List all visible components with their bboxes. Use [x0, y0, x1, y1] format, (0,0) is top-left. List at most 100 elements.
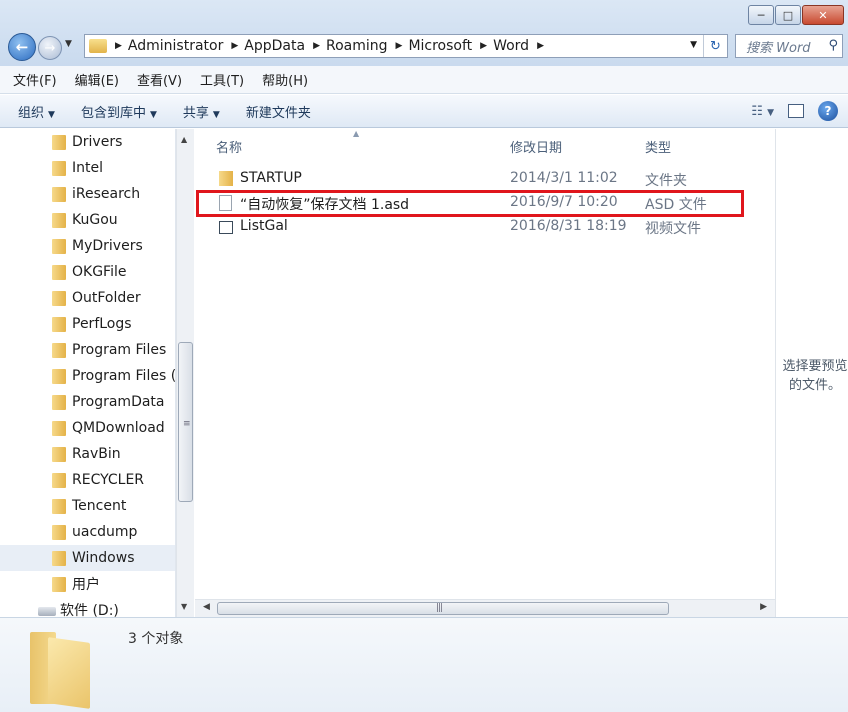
help-icon: ?: [824, 104, 832, 118]
folder-icon: [52, 317, 66, 332]
folder-icon: [52, 473, 66, 488]
sidebar-item-programdata[interactable]: ProgramData: [0, 389, 175, 415]
chevron-down-icon: ▼: [48, 109, 55, 120]
breadcrumb-microsoft[interactable]: Microsoft ▶: [408, 38, 493, 54]
folder-icon: [52, 161, 66, 176]
file-type: 视频文件: [645, 221, 701, 237]
refresh-button[interactable]: ↻: [703, 35, 727, 57]
folder-icon: [52, 369, 66, 384]
sidebar-item-drive-d[interactable]: 软件 (D:): [0, 597, 175, 617]
folder-icon: [52, 499, 66, 514]
address-dropdown[interactable]: ▼: [690, 40, 697, 50]
folder-icon: [52, 213, 66, 228]
view-list-icon: ☷: [751, 103, 763, 119]
command-bar: 组织 ▼ 包含到库中 ▼ 共享 ▼ 新建文件夹 ☷ ▼ ?: [0, 95, 848, 128]
preview-pane-button[interactable]: [788, 104, 804, 118]
search-icon: ⚲: [828, 38, 838, 53]
breadcrumb-separator[interactable]: ▶: [107, 41, 128, 51]
scroll-up-icon[interactable]: ▲: [181, 135, 187, 144]
sidebar-item-okgfile[interactable]: OKGFile: [0, 259, 175, 285]
large-folder-icon: [30, 626, 90, 709]
preview-message: 选择要预览的文件。: [782, 359, 848, 393]
navigation-pane: Drivers Intel iResearch KuGou MyDrivers …: [0, 129, 176, 617]
help-button[interactable]: ?: [818, 101, 838, 121]
sidebar-item-recycler[interactable]: RECYCLER: [0, 467, 175, 493]
view-options-button[interactable]: ☷ ▼: [751, 104, 774, 119]
forward-button[interactable]: →: [38, 36, 62, 60]
file-row-startup[interactable]: STARTUP 2014/3/1 11:02 文件夹: [195, 167, 775, 191]
close-button[interactable]: ✕: [802, 5, 844, 25]
column-date[interactable]: 修改日期: [510, 137, 562, 156]
recent-pages-dropdown[interactable]: ▼: [65, 39, 72, 49]
sidebar-item-perflogs[interactable]: PerfLogs: [0, 311, 175, 337]
breadcrumb-word[interactable]: Word ▶: [493, 38, 550, 54]
sidebar-item-tencent[interactable]: Tencent: [0, 493, 175, 519]
sort-arrow-icon: ▲: [353, 129, 360, 138]
folder-icon: [52, 343, 66, 358]
back-button[interactable]: ←: [8, 33, 36, 61]
sidebar-item-kugou[interactable]: KuGou: [0, 207, 175, 233]
back-arrow-icon: ←: [15, 38, 29, 56]
breadcrumb-administrator[interactable]: Administrator ▶: [128, 38, 244, 54]
address-bar[interactable]: ▶ Administrator ▶ AppData ▶ Roaming ▶ Micro…: [84, 34, 728, 58]
folder-icon: [219, 171, 233, 186]
folder-icon: [52, 395, 66, 410]
sidebar-item-uacdump[interactable]: uacdump: [0, 519, 175, 545]
file-name: STARTUP: [240, 170, 302, 186]
sidebar-item-mydrivers[interactable]: MyDrivers: [0, 233, 175, 259]
forward-arrow-icon: →: [44, 40, 56, 56]
sidebar-item-drivers[interactable]: Drivers: [0, 129, 175, 155]
minimize-button[interactable]: ─: [748, 5, 774, 25]
include-in-library-button[interactable]: 包含到库中 ▼: [73, 98, 165, 125]
file-date: 2016/8/31 18:19: [510, 218, 627, 234]
sidebar-item-users[interactable]: 用户: [0, 571, 175, 597]
column-headers: ▲ 名称 修改日期 类型: [195, 129, 775, 161]
menu-file[interactable]: 文件(F): [8, 68, 62, 91]
menu-edit[interactable]: 编辑(E): [70, 68, 124, 91]
menu-tools[interactable]: 工具(T): [195, 68, 249, 91]
window-controls: ─ □ ✕: [748, 5, 844, 25]
folder-icon: [89, 39, 107, 53]
folder-icon: [52, 577, 66, 592]
scroll-left-icon[interactable]: ◀: [203, 602, 210, 612]
scrollbar-thumb[interactable]: |||: [217, 602, 669, 615]
details-pane: 3 个对象: [0, 617, 848, 712]
sidebar-item-program-files-x86[interactable]: Program Files (: [0, 363, 175, 389]
sidebar-item-ravbin[interactable]: RavBin: [0, 441, 175, 467]
organize-button[interactable]: 组织 ▼: [10, 98, 63, 125]
column-name[interactable]: 名称: [216, 137, 242, 156]
horizontal-scrollbar[interactable]: ◀ ||| ▶: [195, 599, 775, 617]
search-input[interactable]: 搜索 Word ⚲: [735, 34, 843, 58]
file-row-listgal[interactable]: ListGal 2016/8/31 18:19 视频文件: [195, 215, 775, 239]
folder-icon: [52, 265, 66, 280]
scroll-right-icon[interactable]: ▶: [760, 602, 767, 612]
scroll-down-icon[interactable]: ▼: [181, 602, 187, 611]
column-type[interactable]: 类型: [645, 137, 671, 156]
folder-icon: [52, 551, 66, 566]
sidebar-item-program-files[interactable]: Program Files: [0, 337, 175, 363]
chevron-down-icon: ▼: [149, 109, 157, 120]
chevron-down-icon: ▼: [212, 109, 220, 120]
breadcrumb-roaming[interactable]: Roaming ▶: [326, 38, 408, 54]
grip-icon: |||: [436, 603, 443, 613]
sidebar-item-intel[interactable]: Intel: [0, 155, 175, 181]
breadcrumb-appdata[interactable]: AppData ▶: [244, 38, 326, 54]
folder-icon: [52, 421, 66, 436]
sidebar-item-iresearch[interactable]: iResearch: [0, 181, 175, 207]
menu-view[interactable]: 查看(V): [132, 68, 187, 91]
chevron-down-icon: ▼: [767, 107, 774, 118]
file-name: ListGal: [240, 218, 288, 234]
maximize-button[interactable]: □: [775, 5, 801, 25]
menu-bar: 文件(F) 编辑(E) 查看(V) 工具(T) 帮助(H): [0, 66, 848, 94]
menu-help[interactable]: 帮助(H): [257, 68, 313, 91]
sidebar-item-qmdownload[interactable]: QMDownload: [0, 415, 175, 441]
folder-icon: [52, 187, 66, 202]
folder-icon: [52, 447, 66, 462]
navigation-scrollbar[interactable]: ▲ ≡ ▼: [176, 129, 194, 617]
sidebar-item-outfolder[interactable]: OutFolder: [0, 285, 175, 311]
refresh-icon: ↻: [710, 38, 721, 54]
share-button[interactable]: 共享 ▼: [175, 98, 228, 125]
new-folder-button[interactable]: 新建文件夹: [238, 98, 319, 125]
scrollbar-thumb[interactable]: ≡: [178, 342, 193, 502]
sidebar-item-windows[interactable]: Windows: [0, 545, 175, 571]
